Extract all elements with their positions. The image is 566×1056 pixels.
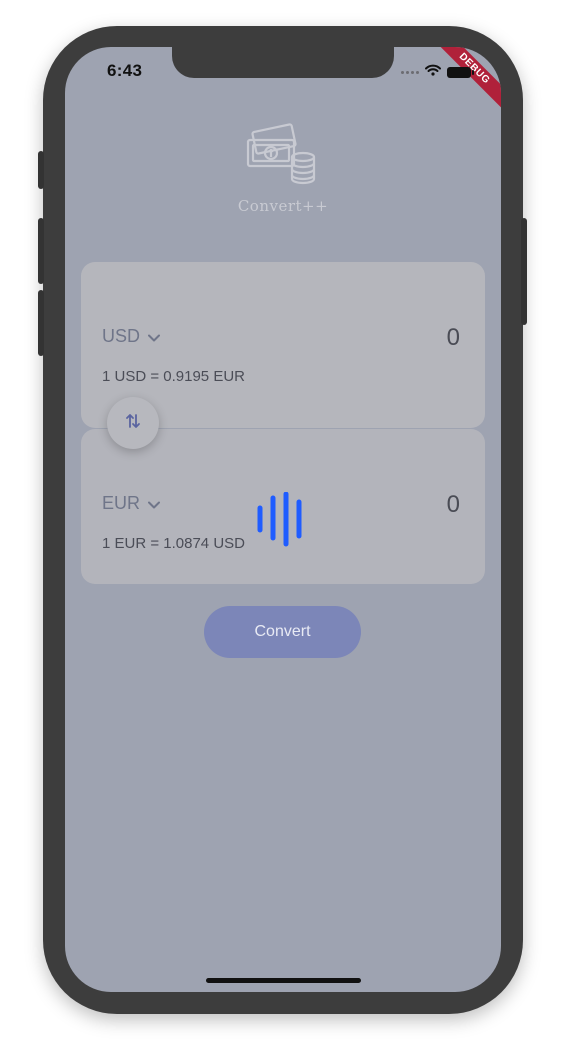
power-button [521, 218, 527, 325]
status-icons [401, 63, 474, 81]
app-logo-text: Convert++ [237, 197, 329, 215]
app-screen: DEBUG 6:43 Convert++ USD 0 1 USD = 0.919… [65, 47, 501, 992]
from-amount-input[interactable]: 0 [447, 324, 460, 352]
chevron-down-icon [148, 326, 161, 347]
volume-down-button [38, 290, 44, 356]
notch [172, 47, 394, 78]
from-rate-text: 1 USD = 0.9195 EUR [102, 368, 245, 385]
swap-currencies-button[interactable] [107, 397, 159, 449]
to-amount-output[interactable]: 0 [447, 491, 460, 519]
to-currency-code: EUR [102, 493, 141, 513]
to-currency-dropdown[interactable]: EUR [102, 493, 161, 514]
swap-vertical-arrows-icon [124, 412, 142, 435]
from-currency-code: USD [102, 326, 141, 346]
status-time: 6:43 [107, 61, 143, 80]
to-rate-text: 1 EUR = 1.0874 USD [102, 535, 245, 552]
app-logo: Convert++ [233, 122, 333, 215]
audio-bars-loading-icon [256, 491, 312, 548]
home-indicator[interactable] [206, 978, 361, 983]
cellular-dots-icon [401, 70, 419, 74]
money-coins-icon [244, 123, 322, 198]
convert-button[interactable]: Convert [204, 606, 361, 658]
volume-up-button [38, 218, 44, 284]
battery-icon [447, 66, 474, 78]
from-currency-dropdown[interactable]: USD [102, 326, 161, 347]
wifi-icon [425, 63, 441, 81]
chevron-down-icon [148, 493, 161, 514]
mute-switch [38, 151, 44, 189]
